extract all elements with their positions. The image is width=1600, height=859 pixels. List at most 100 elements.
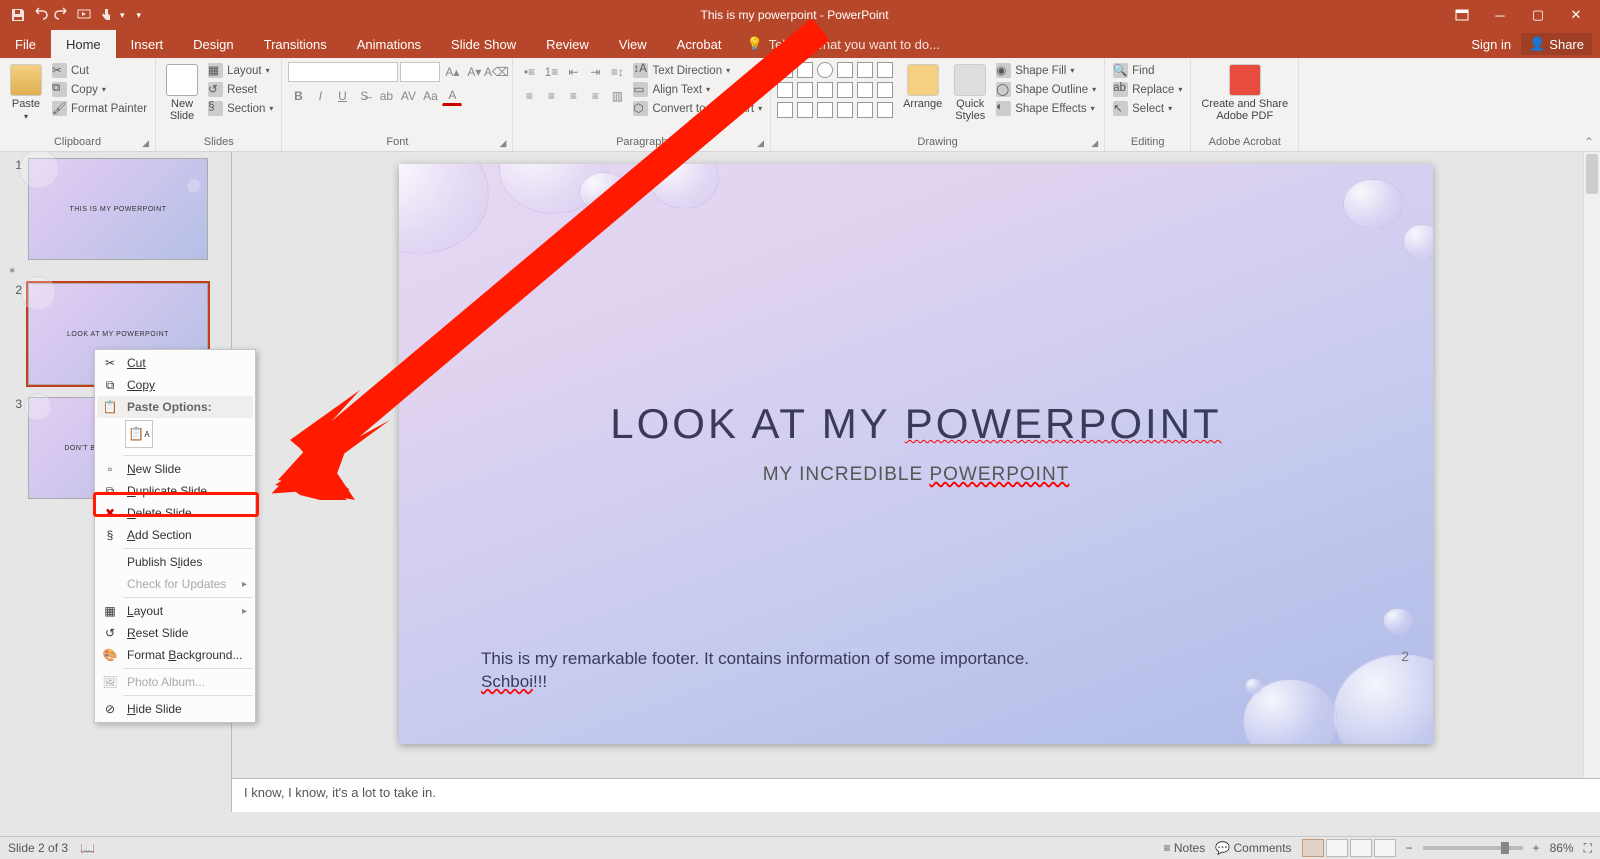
align-center-icon[interactable]: ≡	[541, 86, 561, 106]
save-icon[interactable]	[10, 7, 26, 23]
shape-fill-button[interactable]: ◉Shape Fill▾	[994, 62, 1098, 79]
section-button[interactable]: §Section▾	[206, 100, 275, 117]
collapse-ribbon-icon[interactable]: ⌃	[1584, 135, 1594, 149]
columns-icon[interactable]: ▥	[607, 86, 627, 106]
line-spacing-icon[interactable]: ≡↕	[607, 62, 627, 82]
change-case-icon[interactable]: Aa	[420, 86, 440, 106]
justify-icon[interactable]: ≡	[585, 86, 605, 106]
shape-arrow-icon[interactable]	[857, 62, 873, 78]
align-left-icon[interactable]: ≡	[519, 86, 539, 106]
strikethrough-icon[interactable]: S̶	[354, 86, 374, 106]
font-size-combo[interactable]	[400, 62, 440, 82]
ctx-reset-slide[interactable]: ↺Reset Slide	[97, 622, 253, 644]
zoom-percent[interactable]: 86%	[1550, 841, 1574, 855]
tab-file[interactable]: File	[0, 30, 51, 58]
ribbon-display-options-icon[interactable]	[1448, 5, 1476, 25]
maximize-icon[interactable]: ▢	[1524, 5, 1552, 25]
status-slide-number[interactable]: Slide 2 of 3	[8, 841, 68, 855]
reset-button[interactable]: ↺Reset	[206, 81, 275, 98]
italic-icon[interactable]: I	[310, 86, 330, 106]
slide-footer[interactable]: This is my remarkable footer. It contain…	[481, 648, 1041, 694]
vertical-scrollbar[interactable]	[1583, 152, 1600, 778]
slide-scroll[interactable]: LOOK AT MY POWERPOINT MY INCREDIBLE POWE…	[232, 152, 1600, 778]
ctx-format-background[interactable]: 🎨Format Background...	[97, 644, 253, 666]
qat-dropdown-icon[interactable]: ▾	[120, 10, 125, 21]
zoom-out-icon[interactable]: −	[1406, 841, 1413, 855]
format-painter-button[interactable]: 🖌Format Painter	[50, 100, 149, 117]
clear-formatting-icon[interactable]: A⌫	[486, 62, 506, 82]
find-button[interactable]: 🔍Find	[1111, 62, 1156, 79]
text-direction-button[interactable]: ↕AText Direction▾	[631, 62, 764, 79]
shape-rect-icon[interactable]	[797, 62, 813, 78]
ctx-delete-slide[interactable]: ✖Delete Slide	[97, 502, 253, 524]
underline-icon[interactable]: U	[332, 86, 352, 106]
thumbnail-1[interactable]: 1 THIS IS MY POWERPOINT	[0, 152, 231, 266]
shape-oval-icon[interactable]	[817, 62, 833, 78]
fit-to-window-icon[interactable]: ⛶	[1584, 841, 1592, 856]
shape-line-icon[interactable]	[777, 62, 793, 78]
sign-in-link[interactable]: Sign in	[1471, 37, 1511, 52]
ctx-hide-slide[interactable]: ⊘Hide Slide	[97, 698, 253, 720]
undo-icon[interactable]	[32, 7, 48, 23]
cut-button[interactable]: ✂Cut	[50, 62, 149, 79]
tab-transitions[interactable]: Transitions	[249, 30, 342, 58]
comments-toggle[interactable]: 💬 Comments	[1215, 841, 1291, 855]
ctx-copy[interactable]: ⧉Copy	[97, 374, 253, 396]
redo-icon[interactable]	[54, 7, 70, 23]
touch-mode-icon[interactable]	[98, 7, 114, 23]
quick-styles-button[interactable]: Quick Styles	[950, 62, 990, 124]
bold-icon[interactable]: B	[288, 86, 308, 106]
char-spacing-icon[interactable]: AV	[398, 86, 418, 106]
reading-view-icon[interactable]	[1350, 839, 1372, 857]
numbering-icon[interactable]: 1≡	[541, 62, 561, 82]
zoom-in-icon[interactable]: +	[1533, 841, 1540, 855]
ctx-publish-slides[interactable]: Publish Slides	[97, 551, 253, 573]
paste-button[interactable]: Paste▾	[6, 62, 46, 123]
slideshow-view-icon[interactable]	[1374, 839, 1396, 857]
align-text-button[interactable]: ▭Align Text▾	[631, 81, 764, 98]
shadow-icon[interactable]: ab	[376, 86, 396, 106]
start-from-beginning-icon[interactable]	[76, 7, 92, 23]
ctx-duplicate-slide[interactable]: ⧉Duplicate Slide	[97, 480, 253, 502]
shapes-gallery[interactable]	[777, 62, 895, 120]
zoom-slider[interactable]	[1423, 846, 1523, 850]
slide-sorter-view-icon[interactable]	[1326, 839, 1348, 857]
spellcheck-icon[interactable]: 📖	[80, 841, 95, 855]
slide-title[interactable]: LOOK AT MY POWERPOINT	[399, 400, 1433, 448]
bullets-icon[interactable]: •≡	[519, 62, 539, 82]
tab-home[interactable]: Home	[51, 30, 116, 58]
tab-insert[interactable]: Insert	[116, 30, 179, 58]
copy-button[interactable]: ⧉Copy▾	[50, 81, 149, 98]
zoom-slider-handle[interactable]	[1501, 842, 1509, 854]
qat-customize-icon[interactable]: ▾	[131, 10, 142, 21]
drawing-dialog-icon[interactable]: ◢	[1091, 138, 1098, 149]
font-dialog-icon[interactable]: ◢	[500, 138, 507, 149]
close-icon[interactable]: ✕	[1562, 5, 1590, 25]
layout-button[interactable]: ▦Layout▾	[206, 62, 275, 79]
paragraph-dialog-icon[interactable]: ◢	[757, 138, 764, 149]
share-button[interactable]: 👤Share	[1521, 33, 1592, 55]
paste-keep-source-icon[interactable]: 📋A	[125, 420, 153, 448]
tab-view[interactable]: View	[604, 30, 662, 58]
tab-slideshow[interactable]: Slide Show	[436, 30, 531, 58]
tab-animations[interactable]: Animations	[342, 30, 436, 58]
arrange-button[interactable]: Arrange	[899, 62, 946, 112]
select-button[interactable]: ↖Select▾	[1111, 100, 1174, 117]
font-color-icon[interactable]: A	[442, 86, 462, 106]
ctx-new-slide[interactable]: ▫New Slide	[97, 458, 253, 480]
shape-more-icon[interactable]	[877, 62, 893, 78]
decrease-font-icon[interactable]: A▾	[464, 62, 484, 82]
slide-canvas[interactable]: LOOK AT MY POWERPOINT MY INCREDIBLE POWE…	[399, 164, 1433, 744]
create-pdf-button[interactable]: Create and Share Adobe PDF	[1197, 62, 1292, 124]
increase-indent-icon[interactable]: ⇥	[585, 62, 605, 82]
normal-view-icon[interactable]	[1302, 839, 1324, 857]
increase-font-icon[interactable]: A▴	[442, 62, 462, 82]
scrollbar-thumb[interactable]	[1586, 154, 1598, 194]
ctx-cut[interactable]: ✂Cut	[97, 352, 253, 374]
notes-toggle[interactable]: ≡ Notes	[1164, 841, 1206, 855]
new-slide-button[interactable]: New Slide	[162, 62, 202, 124]
shape-outline-button[interactable]: ◯Shape Outline▾	[994, 81, 1098, 98]
tab-review[interactable]: Review	[531, 30, 604, 58]
ctx-layout[interactable]: ▦Layout▸	[97, 600, 253, 622]
shape-effects-button[interactable]: ◐Shape Effects▾	[994, 100, 1098, 117]
